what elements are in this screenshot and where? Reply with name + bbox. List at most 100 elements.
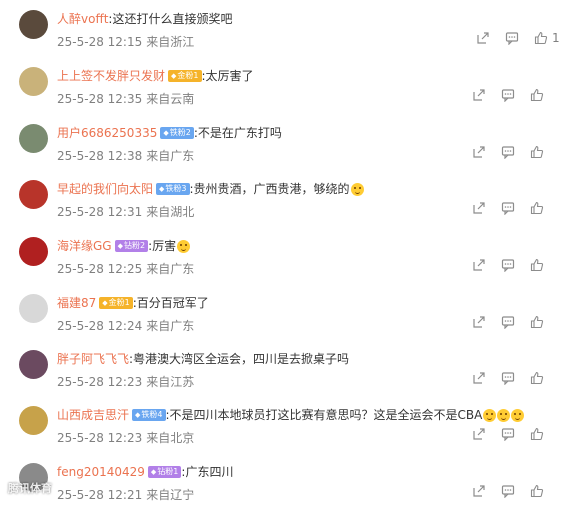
comment-meta: 25-5-28 12:15 来自浙江 (57, 33, 194, 50)
username-link[interactable]: 用户6686250335 (57, 125, 157, 141)
comment-meta: 25-5-28 12:25 来自广东 (57, 260, 194, 277)
like-icon[interactable] (533, 30, 549, 46)
share-icon[interactable] (471, 87, 487, 103)
like-icon[interactable] (529, 200, 545, 216)
username-link[interactable]: 福建87 (57, 295, 96, 311)
emoji-icon (497, 408, 511, 422)
comment-icon[interactable] (500, 87, 516, 103)
comment-text: :贵州贵酒，广西贵港，够绕的 (189, 182, 350, 196)
fan-badge-label: 铁粉2 (169, 128, 191, 137)
fan-badge[interactable]: ◆ 钻粉2 (114, 240, 149, 252)
location-source: 来自广东 (146, 149, 195, 163)
diamond-icon: ◆ (171, 72, 177, 80)
comment-meta: 25-5-28 12:38 来自广东 (57, 147, 194, 164)
comment-text: :不是在广东打吗 (193, 126, 282, 140)
fan-badge-label: 金粉1 (108, 298, 130, 307)
fan-badge[interactable]: ◆ 铁粉3 (156, 183, 190, 195)
share-icon[interactable] (471, 200, 487, 216)
night-avatar[interactable] (19, 350, 48, 379)
comment-actions (469, 87, 561, 103)
comment-actions (469, 483, 561, 499)
pattern-avatar[interactable] (19, 237, 48, 266)
photo-avatar[interactable] (19, 124, 48, 153)
location-source: 来自浙江 (146, 35, 195, 49)
share-icon[interactable] (471, 144, 487, 160)
fan-badge-label: 钻粉1 (157, 467, 179, 476)
username-link[interactable]: 山西成吉思汗 (57, 407, 129, 423)
location-source: 来自江苏 (146, 375, 195, 389)
comment-text-line: feng20140429 ◆ 钻粉1:广东四川 (57, 464, 233, 480)
share-icon[interactable] (475, 30, 491, 46)
comment-icon[interactable] (500, 144, 516, 160)
comment-item: 胖子阿飞飞飞:粤港澳大湾区全运会，四川是去掀桌子吗 25-5-28 12:23 来自… (0, 342, 561, 399)
comment-icon[interactable] (500, 314, 516, 330)
comment-meta: 25-5-28 12:21 来自辽宁 (57, 486, 194, 503)
username-link[interactable]: 人醉vofft (57, 11, 108, 27)
star-avatar[interactable] (19, 180, 48, 209)
comment-meta: 25-5-28 12:31 来自湖北 (57, 203, 194, 220)
diamond-icon: ◆ (135, 411, 141, 419)
username-link[interactable]: 胖子阿飞飞飞 (57, 351, 129, 367)
comment-icon[interactable] (504, 30, 520, 46)
share-icon[interactable] (471, 314, 487, 330)
comment-text-line: 人醉vofft:这还打什么直接颁奖吧 (57, 11, 232, 27)
coin-avatar[interactable] (19, 10, 48, 39)
landscape-avatar[interactable] (19, 67, 48, 96)
watermark: 腾讯体育 (8, 482, 52, 495)
location-source: 来自云南 (146, 92, 195, 106)
comment-actions (469, 257, 561, 273)
share-icon[interactable] (471, 483, 487, 499)
timestamp: 25-5-28 12:21 (57, 488, 143, 502)
fan-badge[interactable]: ◆ 金粉1 (99, 297, 133, 309)
timestamp: 25-5-28 12:24 (57, 319, 143, 333)
comment-text-line: 山西成吉思汗 ◆ 铁粉4:不是四川本地球员打这比赛有意思吗？这是全运会不是CBA (57, 407, 525, 423)
timestamp: 25-5-28 12:38 (57, 149, 143, 163)
comment-meta: 25-5-28 12:23 来自江苏 (57, 373, 194, 390)
emoji-icon (177, 239, 191, 253)
fan-badge[interactable]: ◆ 铁粉2 (160, 127, 194, 139)
comment-actions (469, 144, 561, 160)
emoji-icon (511, 408, 525, 422)
gold-avatar[interactable] (19, 406, 48, 435)
comment-icon[interactable] (500, 200, 516, 216)
username-link[interactable]: 早起的我们向太阳 (57, 181, 153, 197)
comment-icon[interactable] (500, 426, 516, 442)
comment-icon[interactable] (500, 370, 516, 386)
location-source: 来自广东 (146, 262, 195, 276)
fan-badge[interactable]: ◆ 铁粉4 (132, 409, 166, 421)
timestamp: 25-5-28 12:15 (57, 35, 143, 49)
comment-meta: 25-5-28 12:35 来自云南 (57, 90, 194, 107)
fan-badge-label: 铁粉3 (165, 184, 187, 193)
timestamp: 25-5-28 12:25 (57, 262, 143, 276)
fan-badge[interactable]: ◆ 钻粉1 (147, 466, 182, 478)
like-icon[interactable] (529, 314, 545, 330)
comment-item: 福建87 ◆ 金粉1:百分百冠军了 25-5-28 12:24 来自广东 (0, 286, 561, 343)
comment-icon[interactable] (500, 257, 516, 273)
comment-item: 人醉vofft:这还打什么直接颁奖吧 25-5-28 12:15 来自浙江 1 (0, 2, 561, 59)
comment-actions (469, 370, 561, 386)
like-icon[interactable] (529, 483, 545, 499)
share-icon[interactable] (471, 370, 487, 386)
comment-text-line: 用户6686250335 ◆ 铁粉2:不是在广东打吗 (57, 125, 282, 141)
comment-text: :广东四川 (181, 465, 234, 479)
like-icon[interactable] (529, 426, 545, 442)
username-link[interactable]: feng20140429 (57, 464, 145, 480)
like-icon[interactable] (529, 144, 545, 160)
comment-item: 山西成吉思汗 ◆ 铁粉4:不是四川本地球员打这比赛有意思吗？这是全运会不是CBA 25… (0, 398, 561, 455)
location-source: 来自北京 (146, 431, 195, 445)
diamond-icon: ◆ (163, 129, 169, 137)
share-icon[interactable] (471, 426, 487, 442)
fan-badge[interactable]: ◆ 金粉1 (168, 70, 202, 82)
like-icon[interactable] (529, 257, 545, 273)
like-icon[interactable] (529, 87, 545, 103)
diamond-icon: ◆ (150, 468, 157, 476)
default-avatar[interactable] (19, 294, 48, 323)
location-source: 来自广东 (146, 319, 195, 333)
like-icon[interactable] (529, 370, 545, 386)
username-link[interactable]: 海洋缘GG (57, 238, 112, 254)
fan-badge-label: 铁粉4 (141, 410, 163, 419)
share-icon[interactable] (471, 257, 487, 273)
comment-icon[interactable] (500, 483, 516, 499)
username-link[interactable]: 上上签不发胖只发财 (57, 68, 165, 84)
comment-actions: 1 (477, 30, 561, 46)
